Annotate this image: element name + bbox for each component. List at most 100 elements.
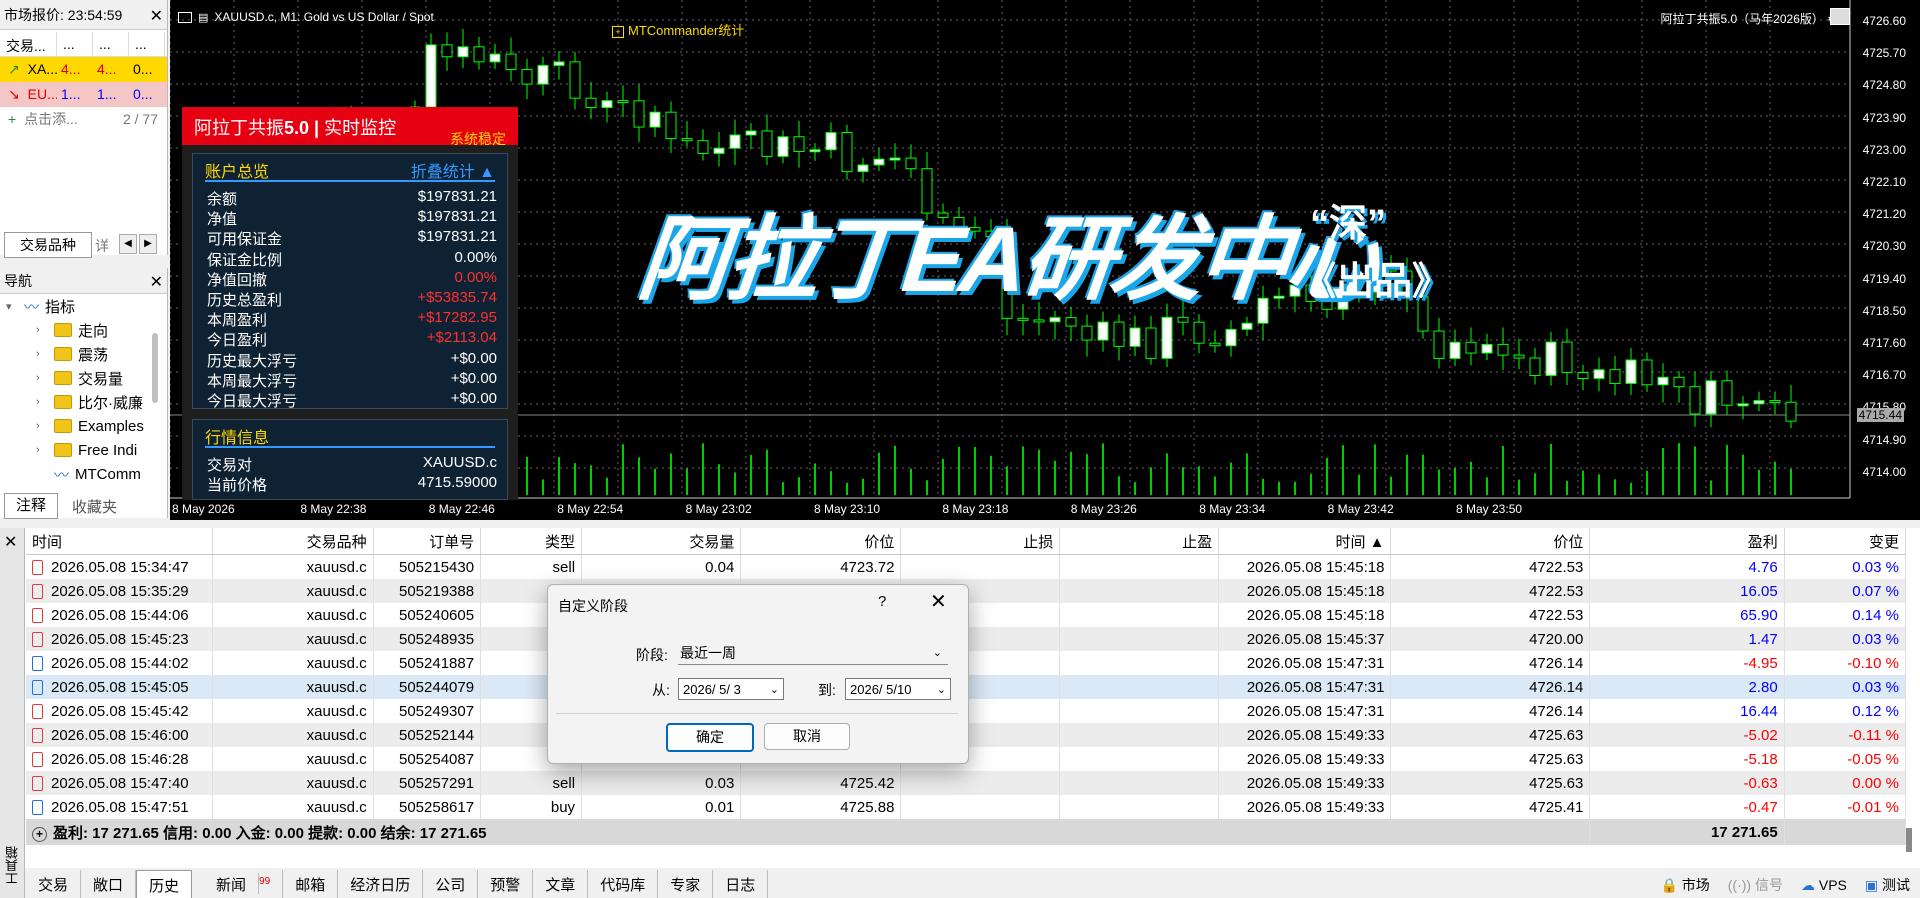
table-row[interactable]: 2026.05.08 15:47:51 xauusd.c 505258617 buy 0… <box>26 795 1907 819</box>
from-date-picker[interactable]: 2026/ 5/ 3 ⌄ <box>678 678 784 700</box>
tab-favorites[interactable]: 收藏夹 <box>72 496 117 517</box>
column-price[interactable]: 价位 <box>740 528 902 555</box>
chevron-down-icon[interactable]: ⌄ <box>770 679 779 701</box>
cell-close-price: 4726.14 <box>1390 651 1591 675</box>
tab-mailbox[interactable]: 邮箱 <box>283 870 339 898</box>
tab-comments[interactable]: 注释 <box>4 493 58 519</box>
close-icon[interactable]: ✕ <box>150 6 163 26</box>
tab-company[interactable]: 公司 <box>423 870 479 898</box>
dialog-title: 自定义阶段 <box>558 598 628 614</box>
cell-symbol: xauusd.c <box>212 627 374 651</box>
cell-tp <box>1059 554 1220 579</box>
tab-details[interactable]: 详 <box>95 236 109 256</box>
watermark-text: 阿拉丁EA研发中心 <box>633 209 1381 311</box>
nav-item-mtcommander[interactable]: 〰 MTComm <box>54 462 141 486</box>
nav-item-examples[interactable]: › Examples <box>36 414 144 438</box>
column-sl[interactable]: 止损 <box>900 528 1061 555</box>
help-icon[interactable]: ? <box>878 593 886 610</box>
status-signals[interactable]: ((·)) 信号 <box>1728 875 1783 895</box>
toolbox-side-tab[interactable]: ✕ 工具箱 <box>0 528 25 898</box>
table-row[interactable]: 2026.05.08 15:34:47 xauusd.c 505215430 sell… <box>26 554 1907 579</box>
sell-order-icon <box>32 776 43 792</box>
nav-item-free-indicators[interactable]: › Free Indi <box>36 438 137 462</box>
candle-body <box>489 53 501 63</box>
symbol-row-eurusd[interactable]: ↘ EU... 1... 1... 0... <box>0 82 167 107</box>
tab-news[interactable]: 新闻 99 <box>192 870 284 898</box>
cell-value: 2026.05.08 15:46:28 <box>51 750 189 768</box>
column-spread[interactable]: ... <box>129 32 165 56</box>
add-symbol-row[interactable]: + 点击添... 2 / 77 <box>0 107 167 132</box>
table-row[interactable]: 2026.05.08 15:47:40 xauusd.c 505257291 sell… <box>26 771 1907 795</box>
chevron-right-icon[interactable]: › <box>36 420 48 432</box>
table-scrollbar[interactable] <box>1906 828 1912 852</box>
column-close-price[interactable]: 价位 <box>1390 528 1591 555</box>
chevron-down-icon[interactable]: ⌄ <box>937 679 946 701</box>
cell-value: 2026.05.08 15:47:51 <box>51 798 189 816</box>
column-volume[interactable]: 交易量 <box>581 528 742 555</box>
tab-alerts[interactable]: 预警 <box>478 870 534 898</box>
chevron-right-icon[interactable]: › <box>36 348 48 360</box>
tab-exposure[interactable]: 敞口 <box>81 870 137 898</box>
chevron-right-icon[interactable]: › <box>36 372 48 384</box>
close-icon[interactable]: ✕ <box>930 589 947 614</box>
tab-journal[interactable]: 日志 <box>713 870 769 898</box>
cancel-button[interactable]: 取消 <box>764 723 850 750</box>
sell-order-icon <box>32 752 43 768</box>
plus-circle-icon[interactable]: + <box>32 826 47 842</box>
candle-body <box>1081 325 1093 341</box>
column-type[interactable]: 类型 <box>480 528 583 555</box>
cell-price: 4723.72 <box>740 554 902 579</box>
status-market[interactable]: 🔒 市场 <box>1660 875 1709 895</box>
close-icon[interactable]: ✕ <box>150 272 163 292</box>
status-tester[interactable]: ▣ 测试 <box>1865 875 1910 895</box>
trade-panel-icon[interactable] <box>178 11 192 23</box>
column-symbol[interactable]: 交易... <box>0 32 57 56</box>
cell-value: 2026.05.08 15:45:18 <box>1246 558 1385 576</box>
ok-button[interactable]: 确定 <box>666 723 754 752</box>
tab-articles[interactable]: 文章 <box>533 870 589 898</box>
symbol-row-xauusd[interactable]: ↗ XA... 4... 4... 0... <box>0 57 167 82</box>
candle-body <box>1609 369 1621 384</box>
scroll-left-icon[interactable]: ◀ <box>119 234 137 254</box>
cell-order: 505248935 <box>373 627 482 651</box>
tab-trade[interactable]: 交易 <box>26 870 82 898</box>
chevron-right-icon[interactable]: › <box>36 444 48 456</box>
chevron-right-icon[interactable]: › <box>36 396 48 408</box>
nav-item-bill-williams[interactable]: › 比尔·威廉 <box>36 390 143 414</box>
account-row: 历史总盈利 +$53835.74 <box>207 289 497 310</box>
chevron-down-icon[interactable]: ▾ <box>6 300 18 313</box>
nav-item-volumes[interactable]: › 交易量 <box>36 366 123 390</box>
scroll-right-icon[interactable]: ▶ <box>139 234 157 254</box>
column-profit[interactable]: 盈利 <box>1589 528 1785 555</box>
navigator-scrollbar[interactable] <box>152 333 158 403</box>
tab-calendar[interactable]: 经济日历 <box>338 870 424 898</box>
tab-symbols[interactable]: 交易品种 <box>4 232 92 258</box>
chevron-down-icon[interactable]: ⌄ <box>933 641 942 665</box>
status-vps[interactable]: ☁ VPS <box>1801 877 1847 894</box>
cell-value: -5.02 <box>1743 726 1778 744</box>
summary-text: 盈利: 17 271.65 信用: 0.00 入金: 0.00 提款: 0.00… <box>53 824 487 842</box>
nav-indicators[interactable]: ▾ 〰 指标 <box>6 294 75 318</box>
menu-icon[interactable]: ▤ <box>198 11 208 24</box>
column-tp[interactable]: 止盈 <box>1059 528 1220 555</box>
cell-close-time: 2026.05.08 15:45:37 <box>1218 627 1392 651</box>
price-tick-label: 4725.70 <box>1862 46 1906 61</box>
collapse-stats-button[interactable]: 折叠统计 ▲ <box>411 158 495 182</box>
tab-codebase[interactable]: 代码库 <box>588 870 659 898</box>
nav-item-oscillators[interactable]: › 震荡 <box>36 342 108 366</box>
column-change[interactable]: 变更 <box>1784 528 1907 555</box>
tab-history[interactable]: 历史 <box>136 870 193 898</box>
tab-experts[interactable]: 专家 <box>658 870 714 898</box>
close-icon[interactable]: ✕ <box>4 532 17 552</box>
column-close-time[interactable]: 时间 ▲ <box>1218 528 1392 555</box>
to-date-picker[interactable]: 2026/ 5/10 ⌄ <box>845 678 951 700</box>
column-ask[interactable]: ... <box>93 32 129 56</box>
chevron-right-icon[interactable]: › <box>36 324 48 336</box>
ea-hat-icon[interactable] <box>1830 8 1850 25</box>
column-order[interactable]: 订单号 <box>373 528 482 555</box>
column-symbol[interactable]: 交易品种 <box>212 528 374 555</box>
nav-item-trend[interactable]: › 走向 <box>36 318 108 342</box>
period-select[interactable]: 最近一周 ⌄ <box>678 641 948 665</box>
column-open-time[interactable]: 时间 <box>26 528 214 555</box>
column-bid[interactable]: ... <box>57 32 93 56</box>
